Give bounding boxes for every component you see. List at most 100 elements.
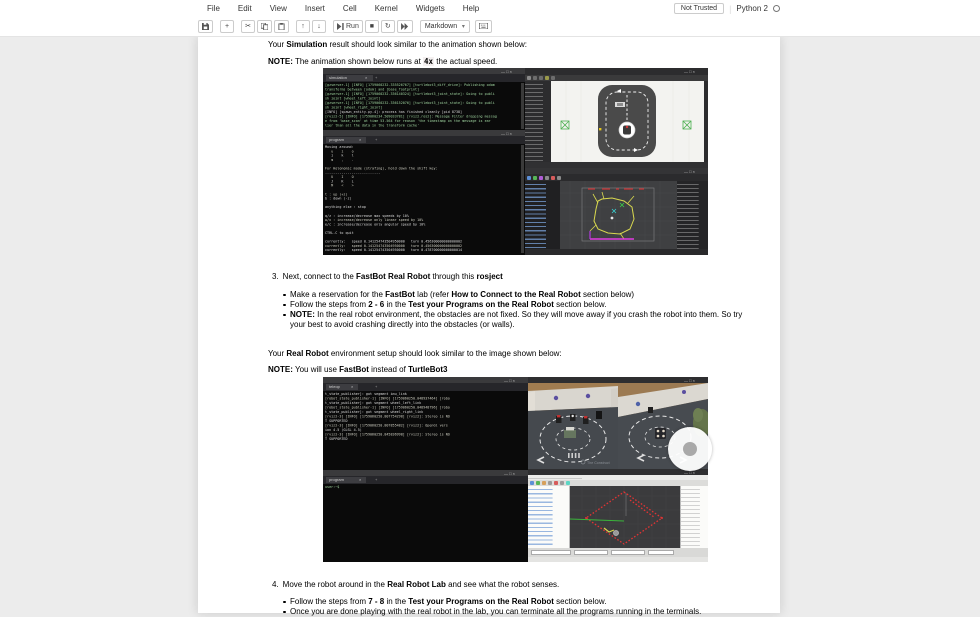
move-cell-down-button[interactable]: ↓ [312,20,326,33]
move-cell-up-button[interactable]: ↑ [296,20,310,33]
bullet-steps-7-8: Follow the steps from 7 - 8 in the Test … [290,597,606,607]
save-button[interactable] [198,20,213,33]
restart-run-all-button[interactable] [397,20,413,33]
kernel-name: Python 2 [736,4,768,13]
bullet-note-obstacles: NOTE: In the real robot environment, the… [290,310,758,330]
kernel-idle-icon [773,5,780,12]
chevron-down-icon: ▾ [462,23,465,30]
note-fastbot: NOTE: You will use FastBot instead of Tu… [268,365,447,375]
close-icon[interactable]: × [359,478,361,482]
bullet-terminate: Once you are done playing with the real … [290,607,760,617]
bullet-icon [283,304,286,307]
paragraph-simulation: Your Simulation result should look simil… [268,40,527,50]
note-animation-speed: NOTE: The animation shown below runs at … [268,57,497,67]
rviz-real-window: — □ × [528,469,708,562]
run-label: Run [346,23,359,30]
paste-icon [278,23,285,30]
save-icon [202,23,209,30]
terminal-output-robot-state: t_state_publisher]: got segment imu_link… [325,392,525,468]
run-cell-button[interactable]: Run [333,20,363,33]
terminal-output-simulation: [gzserver-1] [INFO] [1759060232.33552676… [325,83,521,129]
new-tab-icon[interactable]: + [375,478,377,482]
bullet-icon [283,314,286,317]
not-trusted-button[interactable]: Not Trusted [674,3,724,14]
plus-icon: + [225,23,229,30]
menu-cell[interactable]: Cell [334,4,366,13]
close-icon[interactable]: × [359,138,361,142]
cursor-dot [683,442,697,456]
fast-forward-icon [401,23,409,30]
terminal-prompt: user:~$ [325,485,525,560]
rviz-toolbar [525,174,708,181]
bullet-icon [283,601,286,604]
add-cell-button[interactable]: + [220,20,234,33]
cell-type-value: Markdown [425,23,457,30]
terminal-tabbar: program× + [323,476,528,484]
tab-simulation[interactable]: simulation× [326,75,373,81]
rviz-window: — □ × [525,168,708,255]
toolbar: + ✂ ↑ ↓ Run ■ ↻ [198,18,499,34]
rviz-properties-panel [677,181,708,249]
gazebo-window: — □ × [525,68,708,168]
terminal-scrollbar[interactable] [521,145,524,253]
window-controls[interactable]: — □ × [684,70,695,74]
bullet-icon [283,294,286,297]
tab-program[interactable]: program× [326,137,366,143]
restart-kernel-button[interactable]: ↻ [381,20,395,33]
terminal-line: lier than all the data in the transform … [325,124,521,129]
terminal-line: currently: speed 0.141254743504950000 tu… [325,252,521,253]
terminal-tabbar: program× + [323,136,525,144]
stop-icon: ■ [370,23,374,30]
menu-kernel[interactable]: Kernel [366,4,407,13]
paste-cell-button[interactable] [274,20,289,33]
paragraph-real-robot: Your Real Robot environment setup should… [268,349,562,359]
tab-program[interactable]: program× [326,477,366,483]
new-tab-icon[interactable]: + [375,385,377,389]
list-item-4: 4.Move the robot around in the Real Robo… [272,580,559,590]
cursor-highlight-overlay [668,427,712,471]
step-forward-icon [337,23,344,30]
command-palette-button[interactable] [475,20,492,33]
camera-view-front: The Construct [528,383,618,469]
close-icon[interactable]: × [365,76,367,80]
refresh-icon: ↻ [385,22,391,30]
cell-type-dropdown[interactable]: Markdown ▾ [420,20,470,33]
arrow-up-icon: ↑ [301,23,305,30]
gazebo-side-panel [525,81,551,162]
terminal-tabbar: teleop× + [323,383,528,391]
real-robot-lab-image: — □ × teleop× + t_state_publisher]: got … [323,377,708,562]
cut-icon: ✂ [245,22,251,30]
menu-help[interactable]: Help [454,4,488,13]
terminal-scrollbar[interactable] [521,83,524,129]
bullet-steps-2-6: Follow the steps from 2 - 6 in the Test … [290,300,606,310]
new-tab-icon[interactable]: + [375,138,377,142]
simulation-animation-image: — □ × simulation× + [gzserver-1] [INFO] … [323,68,708,255]
watermark-text: The Construct [587,461,610,465]
rviz-map-viewport [560,181,677,249]
terminal-line: T SUPPORTED [325,437,525,442]
rviz-statusbar [528,557,708,562]
keyboard-icon [479,23,488,29]
menu-insert[interactable]: Insert [296,4,334,13]
markdown-cell[interactable]: Your Simulation result should look simil… [198,37,780,613]
copy-icon [261,23,268,30]
terminal-output-teleop-keys: Moving around: u i o j k l m , . For Hol… [325,145,521,253]
rviz-statusbar [525,249,708,255]
menu-view[interactable]: View [261,4,296,13]
new-tab-icon[interactable]: + [375,76,377,80]
rviz-laser-viewport [570,486,680,548]
stop-kernel-button[interactable]: ■ [365,20,379,33]
notebook-header: File Edit View Insert Cell Kernel Widget… [0,0,980,37]
bullet-reservation: Make a reservation for the FastBot lab (… [290,290,634,300]
menu-widgets[interactable]: Widgets [407,4,454,13]
rviz-displays-panel [525,181,560,249]
close-icon[interactable]: × [351,385,353,389]
copy-cell-button[interactable] [257,20,272,33]
menu-file[interactable]: File [198,4,229,13]
menu-edit[interactable]: Edit [229,4,261,13]
tab-teleop[interactable]: teleop× [326,384,358,390]
rviz-displays-panel [528,486,570,548]
cut-cell-button[interactable]: ✂ [241,20,255,33]
gazebo-track-viewport [551,81,704,162]
arrow-down-icon: ↓ [317,23,321,30]
